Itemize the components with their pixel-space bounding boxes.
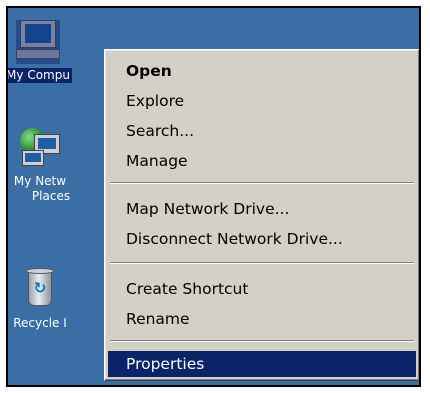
screenshot-frame: My Compu My Netw Places ↻ Recycle I Open…: [6, 6, 421, 387]
menu-item-create-shortcut[interactable]: Create Shortcut: [108, 276, 416, 302]
menu-item-explore[interactable]: Explore: [108, 88, 416, 114]
menu-item-open[interactable]: Open: [108, 58, 416, 84]
my-network-places-label-line1: My Netw: [13, 174, 67, 188]
recycle-bin-desktop-icon[interactable]: ↻ Recycle I: [8, 268, 90, 331]
menu-item-properties[interactable]: Properties: [108, 351, 416, 377]
context-menu: Open Explore Search... Manage Map Networ…: [104, 49, 419, 381]
my-network-places-desktop-icon[interactable]: My Netw Places: [8, 126, 90, 204]
menu-item-map-network-drive[interactable]: Map Network Drive...: [108, 196, 416, 222]
my-computer-desktop-icon[interactable]: My Compu: [6, 20, 88, 83]
my-computer-icon: [16, 20, 60, 64]
desktop[interactable]: My Compu My Netw Places ↻ Recycle I Open…: [8, 8, 419, 385]
menu-separator: [110, 262, 414, 264]
recycle-bin-label: Recycle I: [13, 316, 67, 330]
recycle-bin-icon: ↻: [18, 268, 62, 312]
network-places-icon: [18, 126, 62, 170]
menu-item-disconnect-network-drive[interactable]: Disconnect Network Drive...: [108, 226, 416, 252]
my-network-places-label-line2: Places: [31, 189, 71, 203]
menu-item-rename[interactable]: Rename: [108, 306, 416, 332]
menu-separator: [110, 182, 414, 184]
menu-separator: [110, 340, 414, 342]
my-computer-label: My Compu: [6, 68, 72, 83]
menu-item-search[interactable]: Search...: [108, 118, 416, 144]
menu-item-manage[interactable]: Manage: [108, 148, 416, 174]
